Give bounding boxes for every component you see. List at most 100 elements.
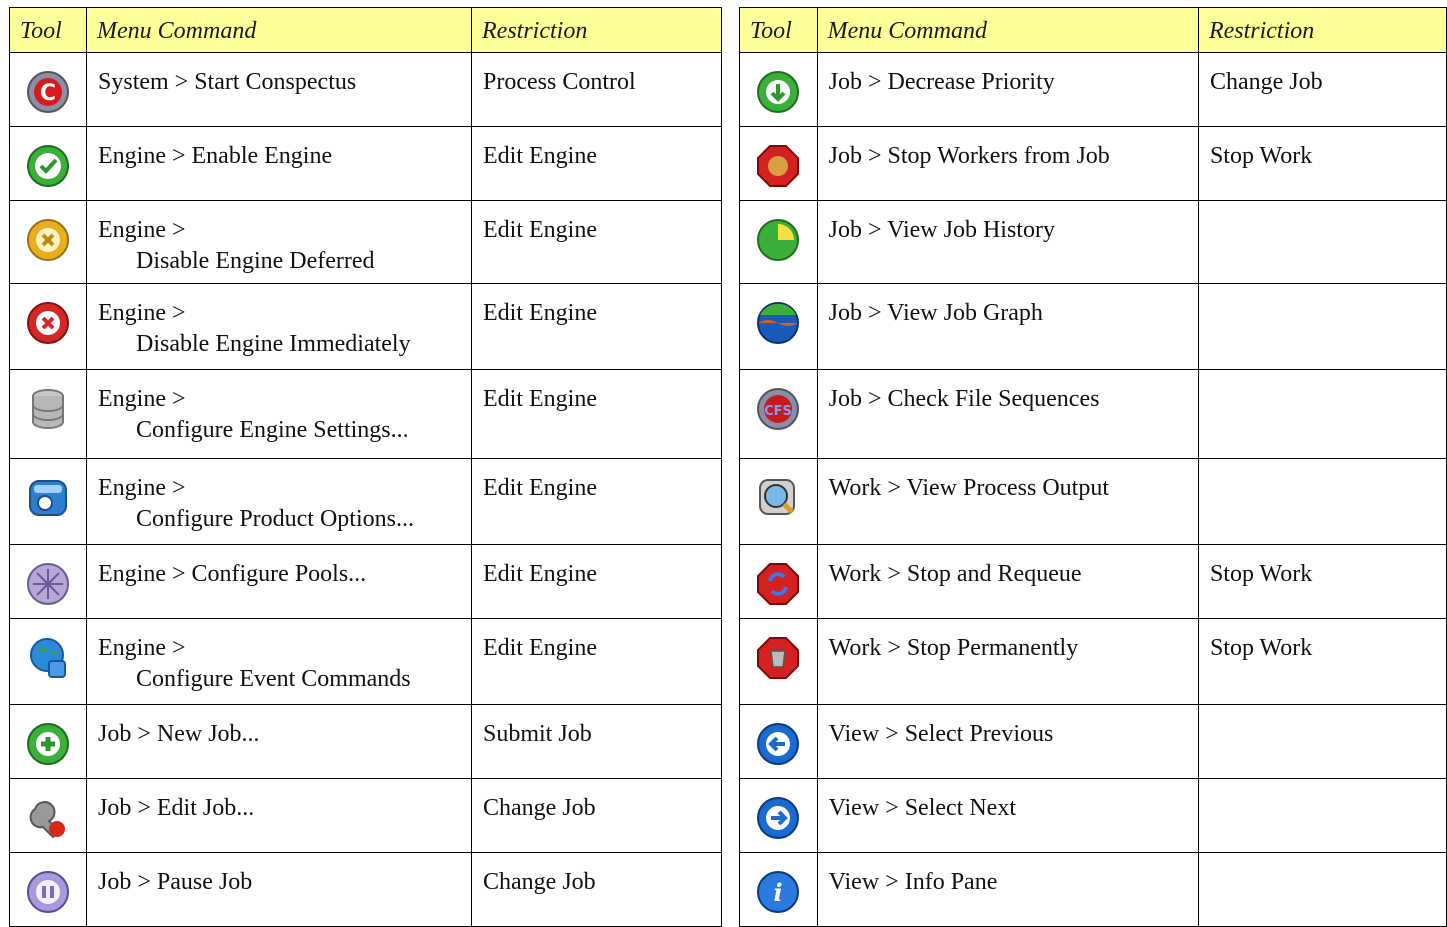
table-row: Engine > Enable Engine Edit Engine	[9, 126, 722, 201]
menu-command-text: Job > Pause Job	[98, 869, 253, 895]
menu-command-text: Engine >	[98, 475, 186, 501]
table-row: Job > Edit Job... Change Job	[9, 778, 722, 853]
table-row: Job > Decrease Priority Change Job	[739, 52, 1447, 127]
disable-deferred-icon	[25, 217, 71, 263]
job-history-icon	[755, 217, 801, 263]
svg-text:i: i	[774, 878, 783, 907]
menu-command-text: Job > View Job History	[828, 217, 1055, 243]
menu-command-text: Configure Event Commands	[136, 666, 411, 692]
tool-cell	[9, 200, 87, 284]
tool-cell	[739, 458, 818, 545]
file-sequences-icon: CFS	[755, 386, 801, 432]
restriction-cell	[1197, 852, 1447, 927]
restriction-cell: Edit Engine	[471, 126, 722, 201]
header-tool: Tool	[739, 7, 818, 53]
menu-command-text: Engine >	[98, 217, 186, 243]
select-next-icon	[755, 795, 801, 841]
header-menu-command: Menu Command	[816, 7, 1199, 53]
stop-permanently-icon	[755, 635, 801, 681]
menu-command-cell: View > Info Pane	[816, 852, 1199, 927]
menu-command-text: Configure Engine Settings...	[136, 417, 409, 443]
menu-command-text: Engine > Enable Engine	[98, 143, 333, 169]
table-row: Job > New Job... Submit Job	[9, 704, 722, 779]
tool-cell	[739, 618, 818, 705]
menu-command-cell: Engine > Disable Engine Immediately	[86, 283, 472, 370]
tool-cell	[9, 618, 87, 705]
table-row: View > Select Next	[739, 778, 1447, 853]
restriction-cell	[1197, 200, 1447, 284]
table-header-row: Tool Menu Command Restriction	[9, 7, 722, 53]
table-row: Engine > Configure Product Options... Edit…	[9, 458, 722, 545]
svg-text:C: C	[40, 81, 56, 106]
menu-command-cell: Job > Edit Job...	[86, 778, 472, 853]
menu-command-text: View > Info Pane	[828, 869, 998, 895]
menu-command-text: Job > Decrease Priority	[828, 69, 1055, 95]
left-command-table: Tool Menu Command Restriction C System > …	[9, 7, 722, 927]
menu-command-text: Job > View Job Graph	[828, 300, 1043, 326]
restriction-cell: Edit Engine	[471, 369, 722, 459]
menu-command-text: Job > New Job...	[98, 721, 260, 747]
pools-icon	[25, 561, 71, 607]
tool-cell	[9, 544, 87, 619]
restriction-cell	[1197, 778, 1447, 853]
menu-command-cell: Work > Stop Permanently	[816, 618, 1199, 705]
menu-command-text: Disable Engine Immediately	[136, 331, 411, 357]
restriction-cell	[1197, 458, 1447, 545]
new-job-icon	[25, 721, 71, 767]
table-row: Engine > Disable Engine Deferred Edit Engi…	[9, 200, 722, 284]
table-row: CFS Job > Check File Sequences	[739, 369, 1447, 459]
menu-command-text: Disable Engine Deferred	[136, 248, 375, 274]
table-row: View > Select Previous	[739, 704, 1447, 779]
table-row: Job > View Job History	[739, 200, 1447, 284]
menu-command-cell: Engine > Configure Pools...	[86, 544, 472, 619]
restriction-cell	[1197, 704, 1447, 779]
tool-cell	[9, 126, 87, 201]
menu-command-text: Configure Product Options...	[136, 506, 414, 532]
restriction-cell: Stop Work	[1197, 126, 1447, 201]
enable-engine-icon	[25, 143, 71, 189]
process-output-icon	[755, 475, 801, 521]
tool-cell	[9, 704, 87, 779]
menu-command-cell: Job > Pause Job	[86, 852, 472, 927]
table-row: Work > Stop Permanently Stop Work	[739, 618, 1447, 705]
decrease-priority-icon	[755, 69, 801, 115]
menu-command-cell: System > Start Conspectus	[86, 52, 472, 127]
menu-command-cell: Job > View Job Graph	[816, 283, 1199, 370]
restriction-cell: Edit Engine	[471, 544, 722, 619]
tool-cell	[9, 852, 87, 927]
menu-command-cell: Job > View Job History	[816, 200, 1199, 284]
tool-cell	[739, 126, 818, 201]
header-restriction: Restriction	[1197, 7, 1447, 53]
restriction-cell: Edit Engine	[471, 283, 722, 370]
restriction-cell	[1197, 369, 1447, 459]
restriction-cell: Change Job	[471, 852, 722, 927]
menu-command-cell: Work > Stop and Requeue	[816, 544, 1199, 619]
menu-command-cell: Engine > Configure Event Commands	[86, 618, 472, 705]
menu-command-cell: Work > View Process Output	[816, 458, 1199, 545]
menu-command-text: View > Select Previous	[828, 721, 1054, 747]
table-row: Engine > Configure Pools... Edit Engine	[9, 544, 722, 619]
restriction-cell	[1197, 283, 1447, 370]
disable-immediately-icon	[25, 300, 71, 346]
restriction-cell: Stop Work	[1197, 544, 1447, 619]
table-row: Job > View Job Graph	[739, 283, 1447, 370]
table-row: Engine > Configure Engine Settings... Edit…	[9, 369, 722, 459]
menu-command-cell: Job > Stop Workers from Job	[816, 126, 1199, 201]
table-header-row: Tool Menu Command Restriction	[739, 7, 1447, 53]
menu-command-text: System > Start Conspectus	[98, 69, 357, 95]
menu-command-text: Work > Stop and Requeue	[828, 561, 1082, 587]
menu-command-cell: Engine > Enable Engine	[86, 126, 472, 201]
menu-command-cell: Engine > Disable Engine Deferred	[86, 200, 472, 284]
menu-command-text: Engine > Configure Pools...	[98, 561, 367, 587]
header-menu-command: Menu Command	[86, 7, 472, 53]
restriction-cell: Edit Engine	[471, 200, 722, 284]
start-conspectus-icon: C	[25, 69, 71, 115]
event-commands-icon	[25, 635, 71, 681]
right-command-table: Tool Menu Command Restriction Job > Decr…	[739, 7, 1447, 927]
menu-command-text: Work > View Process Output	[828, 475, 1109, 501]
tool-cell: C	[9, 52, 87, 127]
restriction-cell: Process Control	[471, 52, 722, 127]
menu-command-cell: Engine > Configure Engine Settings...	[86, 369, 472, 459]
job-graph-icon	[755, 300, 801, 346]
table-row: Engine > Configure Event Commands Edit Eng…	[9, 618, 722, 705]
